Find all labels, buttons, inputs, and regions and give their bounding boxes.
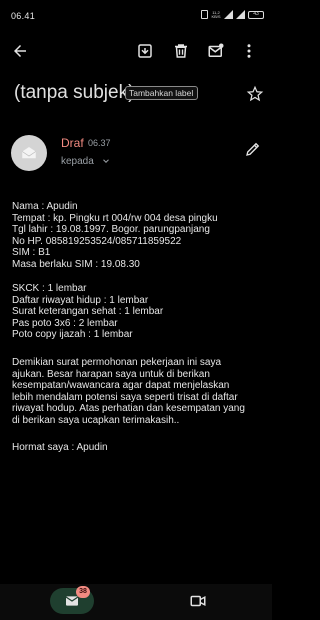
sender-name: Draf [61, 136, 84, 150]
body-line: SKCK : 1 lembar [12, 283, 87, 294]
status-bar: 06.41 11,2 KB/S 43 [0, 0, 272, 28]
signal-icon [224, 10, 233, 19]
body-line: ajukan. Besar harapan saya untuk di beri… [12, 368, 210, 380]
battery-icon: 43 [248, 10, 264, 19]
add-label-chip[interactable]: Tambahkan label [125, 86, 199, 100]
sender-row: Draf 06.37 kepada [0, 132, 272, 180]
body-line: Surat keterangan sehat : 1 lembar [12, 306, 164, 318]
body-documents: SKCK : 1 lembar Daftar riwayat hidup : 1… [12, 283, 262, 341]
body-line: riwayat hodup. Atas perhatian dan kesemp… [12, 403, 245, 415]
status-icons: 11,2 KB/S 43 [201, 10, 264, 19]
archive-icon[interactable] [134, 40, 156, 62]
body-identity: Nama : Apudin Tempat : kp. Pingku rt 004… [12, 201, 262, 271]
bottom-nav: 38 [0, 584, 272, 620]
body-line: Hormat saya : Apudin [12, 442, 108, 453]
body-line: Tgl lahir : 19.08.1997. Bogor. parungpan… [12, 224, 210, 236]
back-arrow-icon[interactable] [9, 40, 31, 62]
body-line: Nama : Apudin [12, 201, 78, 212]
email-subject: (tanpa subjek) [14, 82, 135, 103]
body-line: di berikan saya ucapkan terimakasih.. [12, 414, 180, 426]
network-speed: 11,2 KB/S [211, 9, 221, 19]
wifi-signal-icon [236, 10, 245, 19]
subject-row: (tanpa subjek) Tambahkan label [14, 82, 264, 108]
body-line: SIM : B1 [12, 247, 51, 259]
body-line: Poto copy ijazah : 1 lembar [12, 329, 133, 341]
body-line: Pas poto 3x6 : 2 lembar [12, 317, 118, 329]
body-line: No HP. 085819253524/085711859522 [12, 235, 182, 247]
more-vert-icon[interactable] [238, 40, 260, 62]
vibrate-icon [201, 10, 208, 19]
body-line: Masa berlaku SIM : 19.08.30 [12, 258, 140, 270]
unread-badge: 38 [76, 586, 90, 598]
body-closing: Hormat saya : Apudin [12, 442, 262, 454]
chevron-down-icon[interactable] [101, 156, 111, 166]
sent-time: 06.37 [88, 138, 111, 148]
delete-icon[interactable] [170, 40, 192, 62]
avatar [11, 135, 47, 171]
star-icon[interactable] [246, 85, 264, 103]
envelope-icon [22, 147, 36, 159]
body-line: lebih mendalam potensi saya seperti tris… [12, 391, 238, 403]
status-time: 06.41 [11, 11, 36, 21]
mark-unread-icon[interactable] [205, 40, 227, 62]
recipient-label[interactable]: kepada [61, 156, 94, 167]
body-line: Tempat : kp. Pingku rt 004/rw 004 desa p… [12, 212, 218, 224]
body-line: kesempatan/wawancara agar dapat menjelas… [12, 380, 230, 392]
edit-pencil-icon[interactable] [244, 140, 262, 158]
video-camera-icon[interactable] [189, 592, 207, 610]
toolbar [0, 36, 272, 66]
body-line: Demikian surat permohonan pekerjaan ini … [12, 357, 222, 368]
body-paragraph: Demikian surat permohonan pekerjaan ini … [12, 357, 262, 427]
body-line: Daftar riwayat hidup : 1 lembar [12, 294, 149, 306]
